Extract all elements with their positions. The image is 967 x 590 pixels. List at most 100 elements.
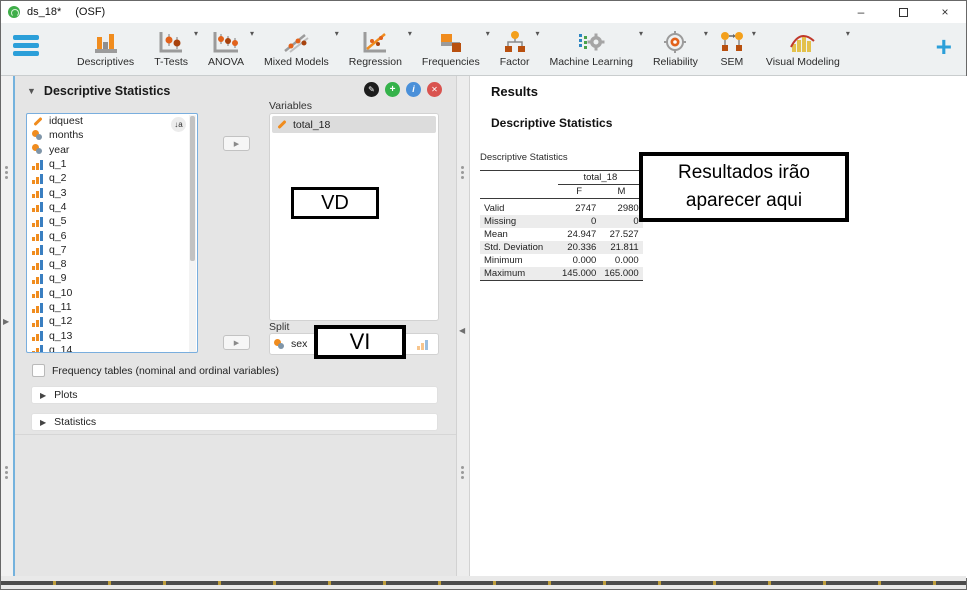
- sem-icon: [718, 30, 746, 54]
- available-variables-list[interactable]: idquest months year q_1 q_2 q_3 q_4 q_5 …: [26, 113, 198, 353]
- jasp-window: ds_18* (OSF) – × Descriptives ▾ T-Tests …: [0, 0, 967, 590]
- drag-handle-icon[interactable]: [461, 464, 465, 481]
- module-regression[interactable]: ▾ Regression: [339, 26, 412, 68]
- module-visual-modeling[interactable]: ▾ Visual Modeling: [756, 26, 850, 68]
- assign-split-button[interactable]: ▶: [223, 335, 250, 350]
- expand-section-icon: ▶: [40, 418, 46, 427]
- annotation-vd: VD: [291, 187, 379, 219]
- descriptives-table[interactable]: Descriptive Statistics total_18 F M: [480, 152, 643, 281]
- results-title: Results: [491, 84, 538, 99]
- ordinal-variable-icon: [32, 201, 44, 212]
- frequency-tables-checkbox[interactable]: [32, 364, 45, 377]
- ordinal-variable-icon: [32, 287, 44, 298]
- nominal-variable-icon: [32, 130, 44, 141]
- minimize-button[interactable]: –: [840, 1, 882, 23]
- close-button[interactable]: ×: [924, 1, 966, 23]
- analysis-title: Descriptive Statistics: [44, 84, 170, 98]
- list-item[interactable]: year: [27, 143, 197, 157]
- list-item[interactable]: q_7: [27, 243, 197, 257]
- drag-handle-icon[interactable]: [461, 164, 465, 181]
- module-machine-learning[interactable]: ▾ Machine Learning: [539, 26, 642, 68]
- info-button[interactable]: i: [406, 82, 421, 97]
- analysis-options-panel: ▼ Descriptive Statistics ✎ + i ✕ idquest…: [15, 76, 456, 578]
- ordinal-variable-icon: [32, 273, 44, 284]
- allowed-ordinal-icon: [417, 339, 429, 350]
- sort-variables-icon[interactable]: ↓a: [171, 117, 186, 132]
- module-sem[interactable]: ▾ SEM: [708, 26, 756, 68]
- frequency-tables-option[interactable]: Frequency tables (nominal and ordinal va…: [32, 364, 279, 377]
- list-item[interactable]: q_12: [27, 314, 197, 328]
- results-splitter[interactable]: ◀: [456, 76, 470, 578]
- list-item[interactable]: months: [27, 128, 197, 142]
- section-plots[interactable]: ▶ Plots: [31, 386, 438, 404]
- expand-data-panel-icon[interactable]: ▶: [3, 317, 9, 326]
- maximize-icon: [899, 8, 908, 17]
- list-item[interactable]: q_1: [27, 157, 197, 171]
- module-reliability[interactable]: ▾ Reliability: [643, 26, 708, 68]
- assigned-variable[interactable]: total_18: [272, 116, 436, 133]
- list-item[interactable]: q_11: [27, 300, 197, 314]
- window-subtitle: (OSF): [75, 6, 105, 18]
- table-row: Missing00: [480, 215, 643, 228]
- remove-analysis-button[interactable]: ✕: [427, 82, 442, 97]
- module-anova[interactable]: ▾ ANOVA: [198, 26, 254, 68]
- maximize-button[interactable]: [882, 1, 924, 23]
- drag-handle-icon[interactable]: [5, 464, 9, 481]
- variables-scrollbar[interactable]: [189, 115, 196, 353]
- module-ttests[interactable]: ▾ T-Tests: [144, 26, 198, 68]
- main-menu-button[interactable]: [13, 35, 41, 63]
- ordinal-variable-icon: [32, 187, 44, 198]
- list-item[interactable]: q_6: [27, 228, 197, 242]
- section-statistics[interactable]: ▶ Statistics: [31, 413, 438, 431]
- module-mixed-models[interactable]: ▾ Mixed Models: [254, 26, 339, 68]
- list-item[interactable]: q_3: [27, 185, 197, 199]
- nominal-variable-icon: [274, 339, 286, 350]
- data-panel-splitter[interactable]: ▶: [1, 76, 15, 578]
- variables-field-label: Variables: [269, 100, 312, 112]
- list-item[interactable]: q_10: [27, 286, 197, 300]
- list-item[interactable]: q_8: [27, 257, 197, 271]
- descriptives-icon: [93, 30, 119, 54]
- table-row: Valid27472980: [480, 199, 643, 216]
- module-factor[interactable]: ▾ Factor: [490, 26, 540, 68]
- table-row: Maximum145.000165.000: [480, 267, 643, 281]
- annotation-results-note: Resultados irão aparecer aqui: [639, 152, 849, 222]
- anova-icon: [212, 30, 240, 54]
- annotation-vi: VI: [314, 325, 406, 359]
- add-analysis-button[interactable]: +: [936, 33, 952, 61]
- table-row: Mean24.94727.527: [480, 228, 643, 241]
- collapse-analysis-icon[interactable]: ▼: [27, 86, 36, 96]
- list-item[interactable]: q_13: [27, 328, 197, 342]
- ordinal-variable-icon: [32, 330, 44, 341]
- ordinal-variable-icon: [32, 344, 44, 353]
- ordinal-variable-icon: [32, 173, 44, 184]
- list-item[interactable]: q_2: [27, 171, 197, 185]
- ribbon-toolbar: Descriptives ▾ T-Tests ▾ ANOVA ▾ Mixed M…: [1, 23, 966, 76]
- list-item[interactable]: q_4: [27, 200, 197, 214]
- duplicate-analysis-button[interactable]: +: [385, 82, 400, 97]
- results-section-title: Descriptive Statistics: [491, 116, 612, 130]
- list-item[interactable]: q_5: [27, 214, 197, 228]
- list-item[interactable]: q_14: [27, 343, 197, 353]
- scrollbar-thumb[interactable]: [190, 116, 195, 261]
- ttests-icon: [158, 30, 184, 54]
- data-columns-strip: [1, 581, 966, 585]
- split-field-label: Split: [269, 321, 289, 333]
- ordinal-variable-icon: [32, 230, 44, 241]
- collapse-options-icon[interactable]: ◀: [459, 326, 465, 335]
- ordinal-variable-icon: [32, 159, 44, 170]
- nominal-variable-icon: [32, 144, 44, 155]
- column-header-m: M: [600, 185, 642, 199]
- results-panel: Results Descriptive Statistics Descripti…: [470, 76, 967, 578]
- assign-variables-button[interactable]: ▶: [223, 136, 250, 151]
- edit-title-button[interactable]: ✎: [364, 82, 379, 97]
- module-descriptives[interactable]: Descriptives: [67, 26, 144, 68]
- drag-handle-icon[interactable]: [5, 164, 9, 181]
- module-frequencies[interactable]: ▾ Frequencies: [412, 26, 490, 68]
- reliability-icon: [662, 30, 688, 54]
- split-variable: sex: [291, 338, 307, 350]
- window-title: ds_18*: [27, 6, 61, 18]
- list-item[interactable]: q_9: [27, 271, 197, 285]
- machine-learning-icon: [577, 30, 605, 54]
- chevron-down-icon[interactable]: ▾: [846, 29, 850, 38]
